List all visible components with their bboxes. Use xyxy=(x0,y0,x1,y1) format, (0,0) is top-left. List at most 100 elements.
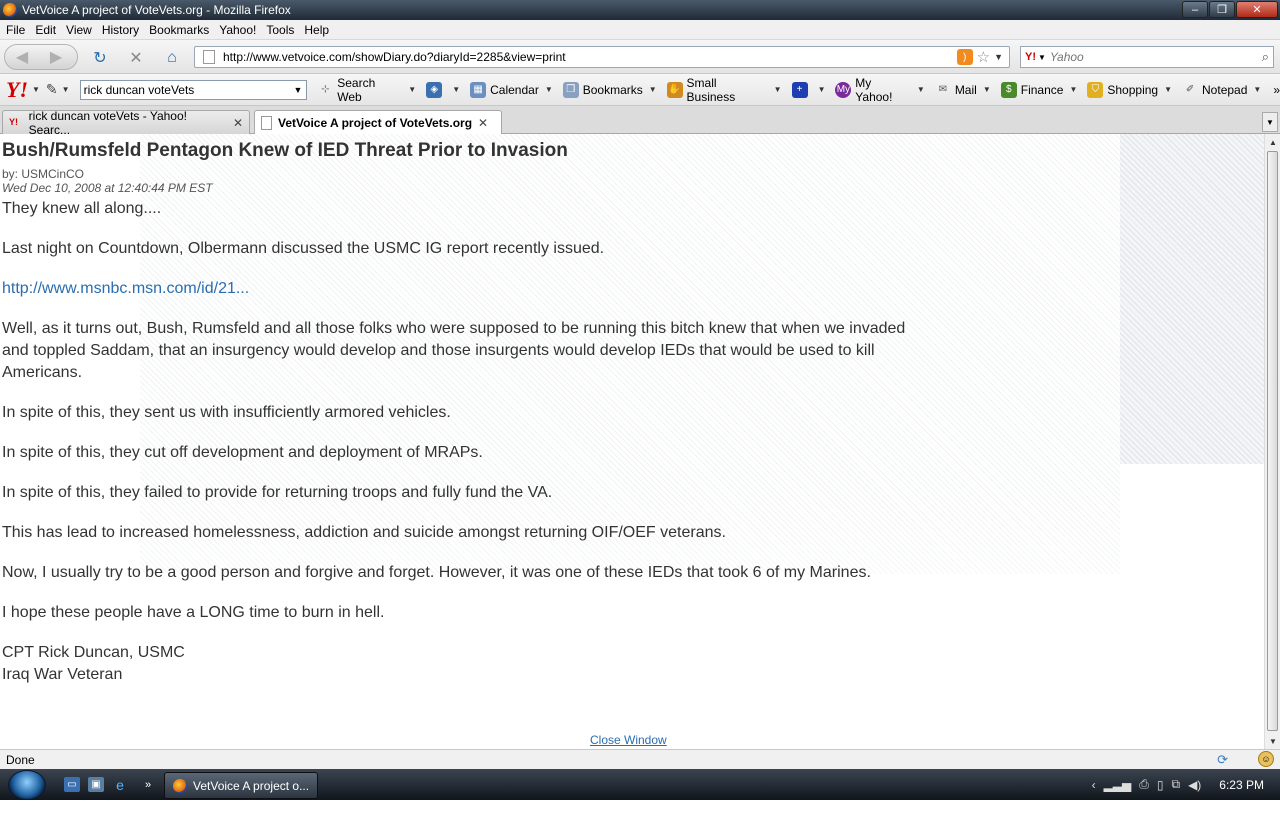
notepad-button[interactable]: ✐ Notepad ▼ xyxy=(1182,82,1262,98)
chevron-down-icon[interactable]: ▼ xyxy=(818,85,826,94)
shield-button[interactable]: ◈ ▼ xyxy=(426,81,460,98)
chevron-down-icon[interactable]: ▼ xyxy=(452,85,460,94)
article: Bush/Rumsfeld Pentagon Knew of IED Threa… xyxy=(2,140,932,686)
article-byline: by: USMCinCO xyxy=(2,167,85,181)
clock[interactable]: 6:23 PM xyxy=(1219,778,1264,792)
engine-dropdown-icon[interactable]: ▼ xyxy=(1038,53,1046,62)
signal-icon[interactable]: ▂▃▅ xyxy=(1104,778,1132,792)
sync-icon[interactable]: ⟳ xyxy=(1217,752,1228,768)
more-toolbar-icon[interactable]: » xyxy=(1273,83,1280,97)
back-arrow-icon[interactable]: ◀ xyxy=(5,47,39,67)
search-bar[interactable]: Y! ▼ ⌕ xyxy=(1020,46,1274,68)
close-tab-icon[interactable]: ✕ xyxy=(478,116,488,130)
printer-icon[interactable]: ⎙ xyxy=(1139,777,1149,792)
title-bar: VetVoice A project of VoteVets.org - Moz… xyxy=(0,0,1280,20)
finance-icon: $ xyxy=(1000,81,1017,98)
yahoo-logo-icon[interactable]: Y! xyxy=(6,77,28,103)
menu-tools[interactable]: Tools xyxy=(261,23,299,37)
menu-edit[interactable]: Edit xyxy=(30,23,61,37)
bookmarks-button[interactable]: ❒ Bookmarks ▼ xyxy=(562,81,657,98)
rss-feed-icon[interactable]: ) xyxy=(956,49,973,65)
tab-yahoo-search[interactable]: Y! rick duncan voteVets - Yahoo! Searc..… xyxy=(2,109,250,137)
article-paragraph: In spite of this, they cut off developme… xyxy=(2,444,483,461)
internet-explorer-icon[interactable]: e xyxy=(112,777,128,793)
yahoo-search-input[interactable] xyxy=(80,82,294,97)
tray-expand-icon[interactable]: ‹ xyxy=(1092,778,1096,792)
scroll-up-icon[interactable]: ▲ xyxy=(1265,134,1280,150)
pencil-icon[interactable]: ✎ xyxy=(46,81,58,98)
start-button[interactable] xyxy=(8,770,46,800)
chevron-down-icon[interactable]: ▼ xyxy=(917,85,925,94)
taskbar-firefox-button[interactable]: VetVoice A project o... xyxy=(164,772,318,799)
vertical-scrollbar[interactable]: ▲ ▼ xyxy=(1264,134,1280,749)
bookmark-star-icon[interactable]: ☆ xyxy=(977,48,990,66)
bookmarks-label: Bookmarks xyxy=(582,82,643,97)
yahoo-search-box[interactable]: ▼ xyxy=(79,79,308,100)
url-dropdown-icon[interactable]: ▼ xyxy=(994,52,1003,62)
chevron-down-icon[interactable]: ▼ xyxy=(1069,85,1077,94)
yahoo-menu-dropdown-icon[interactable]: ▼ xyxy=(32,85,40,94)
network-icon[interactable]: ⧉ xyxy=(1171,777,1180,792)
article-paragraph: In spite of this, they sent us with insu… xyxy=(2,404,451,421)
switch-windows-icon[interactable]: ▣ xyxy=(88,777,104,792)
calendar-icon: ▦ xyxy=(470,81,487,98)
close-tab-icon[interactable]: ✕ xyxy=(233,116,243,130)
chevron-down-icon[interactable]: ▼ xyxy=(408,85,416,94)
pencil-dropdown-icon[interactable]: ▼ xyxy=(62,85,70,94)
my-yahoo-icon: My xyxy=(835,81,852,98)
mail-button[interactable]: ✉ Mail ▼ xyxy=(935,82,991,98)
minimize-button[interactable]: – xyxy=(1182,1,1208,18)
tab-list-dropdown-icon[interactable]: ▼ xyxy=(1262,112,1278,132)
forward-arrow-icon[interactable]: ▶ xyxy=(39,47,73,67)
yahoo-engine-icon[interactable]: Y! xyxy=(1025,51,1036,63)
url-input[interactable] xyxy=(223,50,957,64)
status-bar: Done ⟳ ☺ xyxy=(0,749,1280,769)
calendar-button[interactable]: ▦ Calendar ▼ xyxy=(470,81,553,98)
phone-icon[interactable]: ▯ xyxy=(1157,778,1164,792)
article-paragraph: Now, I usually try to be a good person a… xyxy=(2,564,871,581)
search-web-button[interactable]: ⊹ Search Web ▼ xyxy=(317,76,416,104)
small-business-button[interactable]: ✋ Small Business ▼ xyxy=(666,76,782,104)
chevron-down-icon[interactable]: ▼ xyxy=(774,85,782,94)
search-icon[interactable]: ⌕ xyxy=(1262,49,1269,65)
monkey-icon[interactable]: ☺ xyxy=(1258,751,1274,767)
shopping-button[interactable]: ⛉ Shopping ▼ xyxy=(1087,81,1172,98)
finance-button[interactable]: $ Finance ▼ xyxy=(1000,81,1077,98)
menu-history[interactable]: History xyxy=(97,23,144,37)
address-bar[interactable]: ) ☆ ▼ xyxy=(194,46,1010,68)
chevron-down-icon[interactable]: ▼ xyxy=(1164,85,1172,94)
volume-icon[interactable]: ◀) xyxy=(1188,778,1201,792)
scroll-thumb[interactable] xyxy=(1267,151,1278,731)
article-paragraph: This has lead to increased homelessness,… xyxy=(2,524,726,541)
firefox-icon xyxy=(173,778,187,793)
stop-icon[interactable]: ✕ xyxy=(126,48,146,68)
yahoo-search-dropdown-icon[interactable]: ▼ xyxy=(294,85,303,95)
more-quicklaunch-icon[interactable]: » xyxy=(140,777,156,792)
article-paragraph: Last night on Countdown, Olbermann discu… xyxy=(2,240,605,257)
tab-label: VetVoice A project of VoteVets.org xyxy=(278,116,473,130)
chevron-down-icon[interactable]: ▼ xyxy=(983,85,991,94)
menu-bookmarks[interactable]: Bookmarks xyxy=(144,23,214,37)
show-desktop-icon[interactable]: ▭ xyxy=(64,777,80,792)
reload-icon[interactable]: ↻ xyxy=(90,48,110,68)
menu-help[interactable]: Help xyxy=(299,23,334,37)
chevron-down-icon[interactable]: ▼ xyxy=(545,85,553,94)
tab-vetvoice[interactable]: VetVoice A project of VoteVets.org ✕ xyxy=(254,110,502,135)
msnbc-link[interactable]: http://www.msnbc.msn.com/id/21... xyxy=(2,280,249,297)
menu-view[interactable]: View xyxy=(61,23,97,37)
my-yahoo-button[interactable]: My My Yahoo! ▼ xyxy=(835,76,925,104)
menu-yahoo[interactable]: Yahoo! xyxy=(214,23,261,37)
article-date: Wed Dec 10, 2008 at 12:40:44 PM EST xyxy=(2,181,213,195)
signature-name: CPT Rick Duncan, USMC xyxy=(2,644,185,661)
maximize-button[interactable]: ❐ xyxy=(1209,1,1235,18)
close-window-link[interactable]: Close Window xyxy=(590,733,667,747)
home-icon[interactable]: ⌂ xyxy=(162,48,182,68)
close-button[interactable]: ✕ xyxy=(1236,1,1278,18)
mail-icon: ✉ xyxy=(938,84,947,95)
search-input[interactable] xyxy=(1049,50,1262,64)
chevron-down-icon[interactable]: ▼ xyxy=(649,85,657,94)
add-button[interactable]: + ▼ xyxy=(791,81,826,98)
chevron-down-icon[interactable]: ▼ xyxy=(1253,85,1261,94)
menu-file[interactable]: File xyxy=(0,23,30,37)
scroll-down-icon[interactable]: ▼ xyxy=(1265,733,1280,749)
